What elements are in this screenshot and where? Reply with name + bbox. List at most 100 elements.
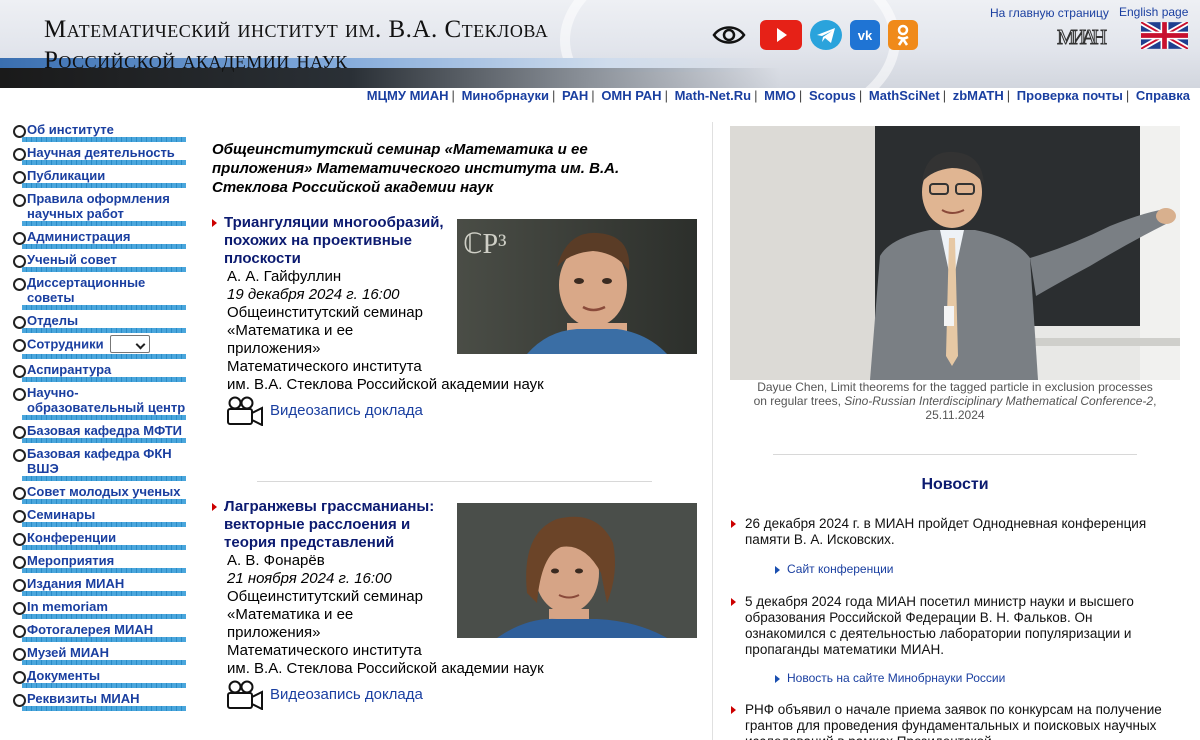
red-arrow-icon — [212, 503, 217, 511]
red-arrow-icon — [731, 598, 736, 606]
news-title[interactable]: Новости — [713, 476, 1197, 494]
menu-item-research[interactable]: Научная деятельность — [12, 143, 190, 166]
talk-seminar-line5: им. В.А. Стеклова Российской академии на… — [227, 660, 544, 677]
news-item-link-text: Новость на сайте Минобрнауки России — [787, 671, 1006, 685]
news-item: 5 декабря 2024 года МИАН посетил министр… — [731, 594, 1175, 658]
english-page-link[interactable]: English page — [1119, 5, 1188, 19]
news-item-text: 5 декабря 2024 года МИАН посетил министр… — [745, 594, 1134, 657]
toplink-mcmu[interactable]: МЦМУ МИАН — [367, 88, 449, 103]
menu-item-hse-chair[interactable]: Базовая кафедра ФКН ВШЭ — [12, 444, 190, 482]
video-link[interactable]: Видеозапись доклада — [226, 680, 423, 711]
caption-line2-plain: on regular trees, — [753, 394, 845, 408]
mian-logo-icon[interactable]: МИАН — [1056, 24, 1108, 49]
seminar-heading[interactable]: Общеинститутский семинар «Математика и е… — [212, 140, 632, 197]
menu-item-young-scientists[interactable]: Совет молодых ученых — [12, 482, 190, 505]
institute-title-line1: Математический институт им. В.А. Стеклов… — [44, 16, 549, 43]
news-item-text: 26 декабря 2024 г. в МИАН пройдет Однодн… — [745, 516, 1147, 547]
toplink-omn-ran[interactable]: ОМН РАН — [601, 88, 661, 103]
menu-item-administration[interactable]: Администрация — [12, 227, 190, 250]
featured-photo[interactable] — [730, 126, 1180, 380]
youtube-icon[interactable] — [760, 20, 802, 50]
news-item: РНФ объявил о начале приема заявок по ко… — [731, 702, 1175, 740]
menu-item-mipt-chair[interactable]: Базовая кафедра МФТИ — [12, 421, 190, 444]
talk-seminar-line4: Математического института — [227, 358, 422, 375]
blue-arrow-icon — [775, 565, 780, 574]
menu-item-events[interactable]: Мероприятия — [12, 551, 190, 574]
news-divider — [773, 454, 1137, 455]
toplink-zbmath[interactable]: zbMATH — [953, 88, 1004, 103]
toplink-ran[interactable]: РАН — [562, 88, 588, 103]
news-item-text: РНФ объявил о начале приема заявок по ко… — [745, 702, 1162, 740]
left-navigation-menu: Об институте Научная деятельность Публик… — [12, 120, 190, 712]
menu-item-postgraduate[interactable]: Аспирантура — [12, 360, 190, 383]
site-header: Математический институт им. В.А. Стеклов… — [0, 0, 1200, 88]
uk-flag-icon[interactable] — [1141, 22, 1188, 49]
video-camera-icon — [227, 680, 263, 711]
telegram-icon[interactable] — [810, 20, 842, 50]
speaker-photo[interactable] — [457, 503, 697, 638]
caption-line3: 25.11.2024 — [925, 408, 985, 422]
menu-item-staff-label: Сотрудники — [27, 336, 104, 352]
toplink-help[interactable]: Справка — [1136, 88, 1190, 103]
toplink-mathscinet[interactable]: MathSciNet — [869, 88, 940, 103]
home-page-link[interactable]: На главную страницу — [990, 6, 1109, 20]
toplink-mmo[interactable]: ММО — [764, 88, 796, 103]
top-links-bar: МЦМУ МИАН | Минобрнауки | РАН | ОМН РАН | Ma… — [366, 88, 1190, 103]
video-camera-icon — [227, 396, 263, 427]
menu-item-publications[interactable]: Публикации — [12, 166, 190, 189]
menu-item-education-center[interactable]: Научно-образовательный центр — [12, 383, 190, 421]
svg-text:vk: vk — [858, 28, 873, 43]
vk-icon[interactable]: vk — [850, 20, 880, 50]
video-link-text: Видеозапись доклада — [270, 401, 423, 419]
menu-item-departments[interactable]: Отделы — [12, 311, 190, 334]
menu-item-museum[interactable]: Музей МИАН — [12, 643, 190, 666]
speaker-photo[interactable]: ℂP³ — [457, 219, 697, 354]
talk-title-text: Триангуляции многообразий, похожих на пр… — [224, 214, 444, 267]
institute-title[interactable]: Математический институт им. В.А. Стеклов… — [44, 14, 548, 76]
blue-arrow-icon — [775, 674, 780, 683]
odnoklassniki-icon[interactable] — [888, 20, 918, 50]
menu-item-staff[interactable]: Сотрудники — [12, 334, 190, 360]
talk-title[interactable]: Триангуляции многообразий, похожих на пр… — [212, 214, 456, 268]
menu-item-mian-publications[interactable]: Издания МИАН — [12, 574, 190, 597]
talk-divider — [257, 481, 652, 482]
photo-caption: Dayue Chen, Limit theorems for the tagge… — [730, 380, 1180, 422]
red-arrow-icon — [731, 706, 736, 714]
menu-item-about[interactable]: Об институте — [12, 120, 190, 143]
institute-title-line2: Российской академии наук — [44, 47, 348, 74]
menu-item-academic-council[interactable]: Ученый совет — [12, 250, 190, 273]
news-item-link[interactable]: Новость на сайте Минобрнауки России — [775, 671, 1005, 685]
video-link-text: Видеозапись доклада — [270, 685, 423, 703]
video-link[interactable]: Видеозапись доклада — [226, 396, 423, 427]
seminar-column: Общеинститутский семинар «Математика и е… — [212, 140, 702, 711]
talk-seminar-line5: им. В.А. Стеклова Российской академии на… — [227, 376, 544, 393]
toplink-mail-check[interactable]: Проверка почты — [1017, 88, 1123, 103]
news-column: Dayue Chen, Limit theorems for the tagge… — [712, 122, 1200, 740]
caption-line2-end: , — [1153, 394, 1157, 408]
toplink-minobrnauki[interactable]: Минобрнауки — [462, 88, 549, 103]
svg-text:ℂP³: ℂP³ — [463, 229, 507, 260]
menu-item-documents[interactable]: Документы — [12, 666, 190, 689]
menu-item-in-memoriam[interactable]: In memoriam — [12, 597, 190, 620]
news-item-link-text: Сайт конференции — [787, 562, 894, 576]
svg-text:МИАН: МИАН — [1057, 25, 1107, 48]
caption-conference-name: Sino-Russian Interdisciplinary Mathemati… — [844, 394, 1154, 408]
accessibility-eye-icon[interactable] — [712, 22, 746, 48]
toplink-mathnet[interactable]: Math-Net.Ru — [675, 88, 752, 103]
staff-select-dropdown[interactable] — [109, 335, 150, 353]
caption-line2: on regular trees, Sino-Russian Interdisc… — [730, 394, 1180, 408]
caption-line1: Dayue Chen, Limit theorems for the tagge… — [757, 380, 1153, 394]
menu-item-requisites[interactable]: Реквизиты МИАН — [12, 689, 190, 712]
menu-item-seminars[interactable]: Семинары — [12, 505, 190, 528]
menu-item-formatting-rules[interactable]: Правила оформления научных работ — [12, 189, 190, 227]
red-arrow-icon — [212, 219, 217, 227]
news-item-link[interactable]: Сайт конференции — [775, 562, 894, 576]
menu-item-photo-gallery[interactable]: Фотогалерея МИАН — [12, 620, 190, 643]
menu-item-dissertation-councils[interactable]: Диссертационные советы — [12, 273, 190, 311]
talk-seminar-line4: Математического института — [227, 642, 422, 659]
red-arrow-icon — [731, 520, 736, 528]
talk-title[interactable]: Лагранжевы грассманианы: векторные рассл… — [212, 498, 456, 552]
talk-title-text: Лагранжевы грассманианы: векторные рассл… — [224, 498, 435, 551]
menu-item-conferences[interactable]: Конференции — [12, 528, 190, 551]
toplink-scopus[interactable]: Scopus — [809, 88, 856, 103]
